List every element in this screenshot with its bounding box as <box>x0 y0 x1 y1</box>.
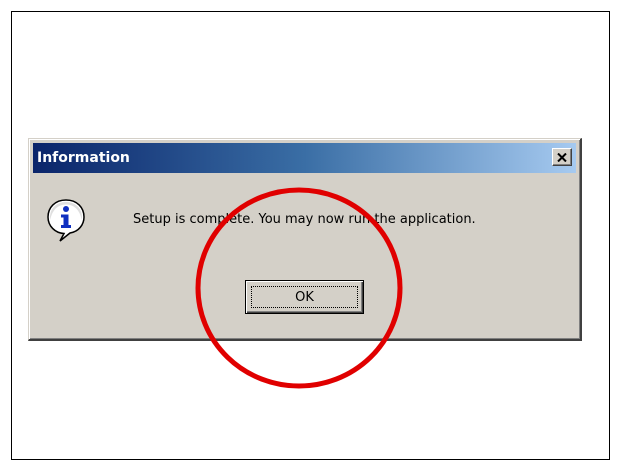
ok-button-label: OK <box>295 289 314 305</box>
close-button[interactable] <box>552 148 572 166</box>
information-icon <box>47 199 85 242</box>
dialog-titlebar[interactable]: Information <box>33 143 576 173</box>
close-icon <box>557 152 567 162</box>
ok-button[interactable]: OK <box>245 280 364 314</box>
information-dialog: Information Setup is complete. You may n… <box>28 138 582 341</box>
dialog-message: Setup is complete. You may now run the a… <box>133 212 476 227</box>
dialog-title: Information <box>37 150 130 166</box>
